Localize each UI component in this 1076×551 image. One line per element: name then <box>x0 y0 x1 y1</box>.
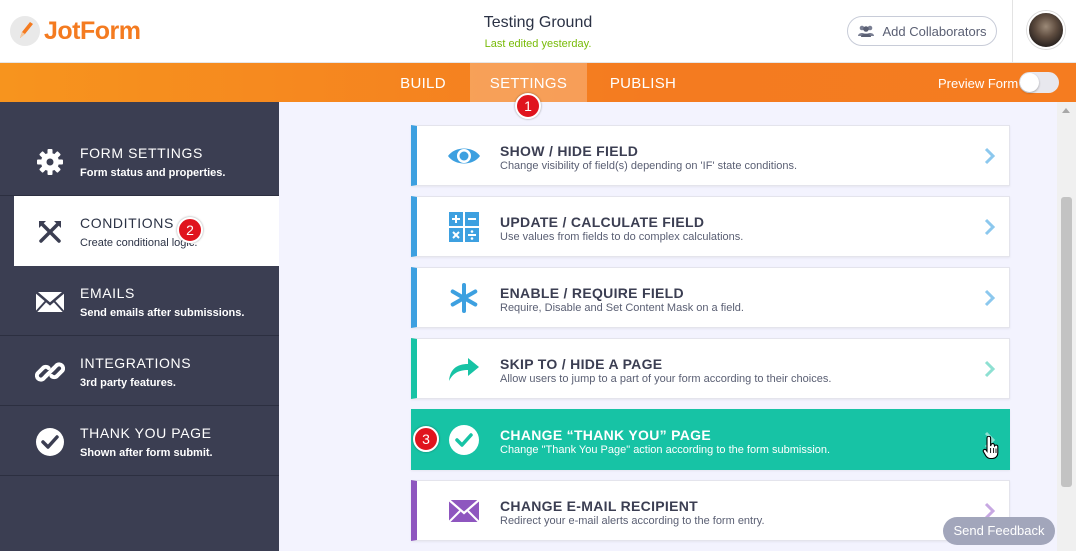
chevron-right-icon <box>984 360 996 378</box>
conditions-panel: SHOW / HIDE FIELD Change visibility of f… <box>279 102 1057 551</box>
sidebar-item-title: EMAILS <box>80 285 135 301</box>
condition-card-title: CHANGE “THANK YOU” PAGE <box>500 427 711 443</box>
condition-card-desc: Require, Disable and Set Content Mask on… <box>500 302 744 314</box>
logo-pencil-icon <box>10 16 40 46</box>
step-marker-1: 1 <box>515 93 541 119</box>
sidebar-item-title: INTEGRATIONS <box>80 355 192 371</box>
scroll-thumb[interactable] <box>1061 197 1072 487</box>
share-arrow-icon <box>445 353 483 385</box>
check-circle-icon <box>445 424 483 456</box>
sidebar-item-title: THANK YOU PAGE <box>80 425 212 441</box>
condition-card-title: UPDATE / CALCULATE FIELD <box>500 214 705 230</box>
sidebar-item-form-settings[interactable]: FORM SETTINGS Form status and properties… <box>0 126 279 196</box>
add-collaborators-button[interactable]: Add Collaborators <box>847 16 997 46</box>
sidebar-item-desc: Send emails after submissions. <box>80 307 245 319</box>
sidebar-item-conditions[interactable]: CONDITIONS Create conditional logic. <box>14 196 279 266</box>
hand-cursor-icon <box>982 436 999 460</box>
preview-form-toggle[interactable] <box>1019 72 1059 93</box>
envelope-icon <box>445 495 483 527</box>
step-marker-3: 3 <box>413 426 439 452</box>
chevron-right-icon <box>984 147 996 165</box>
add-collaborators-label: Add Collaborators <box>882 23 987 39</box>
condition-card-title: CHANGE E-MAIL RECIPIENT <box>500 498 698 514</box>
chevron-right-icon <box>984 289 996 307</box>
users-icon <box>857 25 875 37</box>
sidebar-item-thank-you-page[interactable]: THANK YOU PAGE Shown after form submit. <box>0 406 279 476</box>
condition-card-title: SKIP TO / HIDE A PAGE <box>500 356 663 372</box>
link-icon <box>34 356 66 388</box>
sidebar-item-title: FORM SETTINGS <box>80 145 203 161</box>
asterisk-icon <box>445 282 483 314</box>
sidebar-item-integrations[interactable]: INTEGRATIONS 3rd party features. <box>0 336 279 406</box>
condition-card-desc: Allow users to jump to a part of your fo… <box>500 373 832 385</box>
tab-publish[interactable]: PUBLISH <box>600 63 686 102</box>
condition-card-desc: Change visibility of field(s) depending … <box>500 160 798 172</box>
gear-icon <box>34 146 66 178</box>
sidebar-item-desc: Form status and properties. <box>80 167 226 179</box>
condition-card-change-thank-you-page[interactable]: CHANGE “THANK YOU” PAGE Change "Thank Yo… <box>411 409 1010 470</box>
conditions-icon <box>34 216 66 248</box>
chevron-right-icon <box>984 218 996 236</box>
toggle-knob <box>1020 73 1039 92</box>
sidebar-item-emails[interactable]: EMAILS Send emails after submissions. <box>0 266 279 336</box>
check-circle-icon <box>34 426 66 458</box>
calculator-icon <box>445 211 483 243</box>
condition-card-update-calculate-field[interactable]: UPDATE / CALCULATE FIELD Use values from… <box>411 196 1010 257</box>
send-feedback-button[interactable]: Send Feedback <box>943 517 1055 545</box>
condition-card-title: SHOW / HIDE FIELD <box>500 143 639 159</box>
envelope-icon <box>34 286 66 318</box>
condition-card-desc: Redirect your e-mail alerts according to… <box>500 515 765 527</box>
condition-card-desc: Change "Thank You Page" action according… <box>500 444 831 456</box>
tab-build[interactable]: BUILD <box>388 63 458 102</box>
header-divider <box>1012 0 1013 63</box>
scroll-up-arrow-icon[interactable] <box>1062 108 1070 113</box>
main-nav: BUILD SETTINGS PUBLISH Preview Form <box>0 63 1076 102</box>
settings-sidebar: FORM SETTINGS Form status and properties… <box>0 102 279 551</box>
step-marker-2: 2 <box>177 217 203 243</box>
condition-card-show-hide-field[interactable]: SHOW / HIDE FIELD Change visibility of f… <box>411 125 1010 186</box>
form-title-block: Testing Ground Last edited yesterday. <box>438 14 638 50</box>
vertical-scrollbar[interactable] <box>1057 102 1076 551</box>
last-edited-text: Last edited yesterday. <box>484 38 592 50</box>
condition-card-desc: Use values from fields to do complex cal… <box>500 231 744 243</box>
form-title[interactable]: Testing Ground <box>438 14 638 32</box>
jotform-logo[interactable]: JotForm <box>10 14 141 48</box>
condition-card-skip-hide-page[interactable]: SKIP TO / HIDE A PAGE Allow users to jum… <box>411 338 1010 399</box>
logo-text: JotForm <box>44 16 141 45</box>
preview-form-label: Preview Form <box>938 76 1019 91</box>
condition-card-title: ENABLE / REQUIRE FIELD <box>500 285 684 301</box>
condition-card-enable-require-field[interactable]: ENABLE / REQUIRE FIELD Require, Disable … <box>411 267 1010 328</box>
user-avatar[interactable] <box>1027 11 1065 49</box>
top-header: JotForm Testing Ground Last edited yeste… <box>0 0 1076 63</box>
condition-card-change-email-recipient[interactable]: CHANGE E-MAIL RECIPIENT Redirect your e-… <box>411 480 1010 541</box>
sidebar-item-desc: Shown after form submit. <box>80 447 213 459</box>
sidebar-item-desc: 3rd party features. <box>80 377 176 389</box>
sidebar-item-title: CONDITIONS <box>80 215 174 231</box>
eye-icon <box>445 140 483 172</box>
